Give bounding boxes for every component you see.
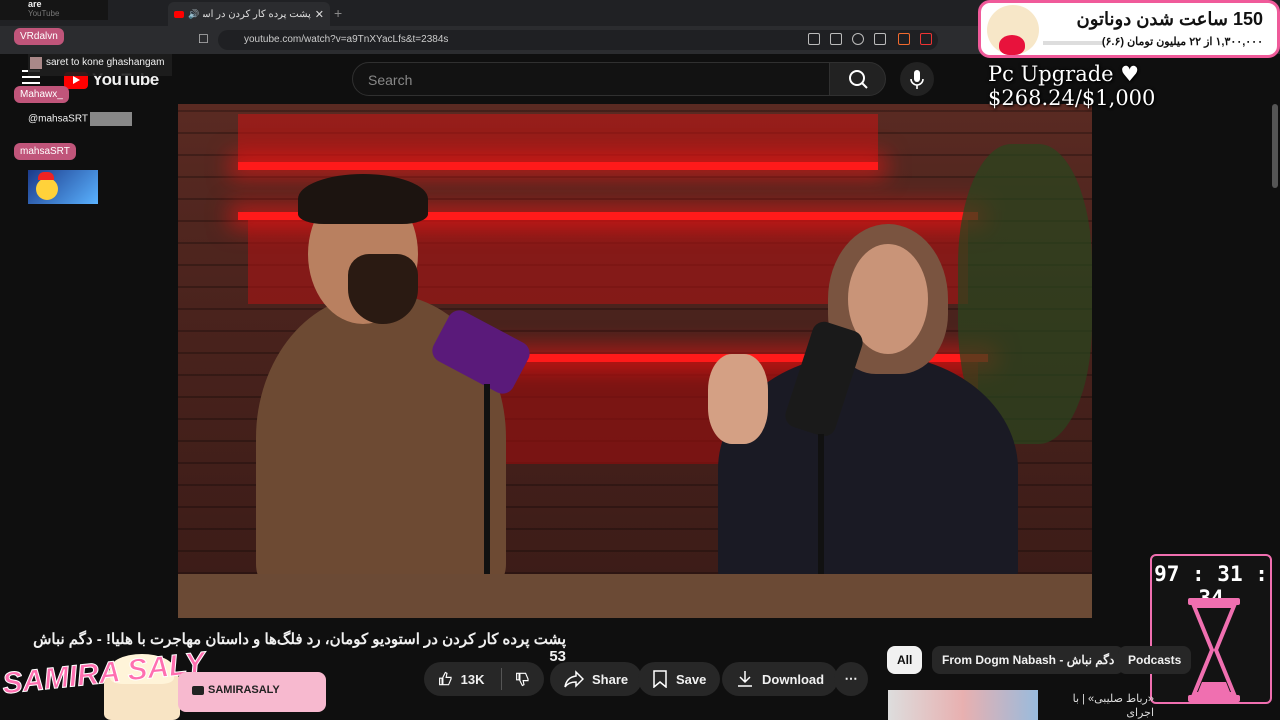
chat-username: Mahawx_ [14,86,69,103]
social-handle: SAMIRASALY [208,684,280,696]
cast-icon[interactable] [830,33,842,45]
streamer-branding: SAMIRA SALY SAMIRASALY [0,646,330,720]
recommendations-column [1092,104,1280,618]
recommended-video-thumbnail[interactable] [888,690,1038,720]
overlay-top-left-sub: YouTube [28,9,60,18]
video-guest-woman-hand [708,354,768,444]
download-label: Download [762,671,825,687]
divider [500,668,502,690]
page-scrollbar[interactable] [1272,104,1278,188]
video-shelf [238,162,878,170]
speaker-icon[interactable]: 🔊 [188,9,199,20]
video-host-man-hair [298,174,428,224]
video-title: پشت پرده کار کردن در استودیو کومان، رد ف… [33,631,566,665]
search-icon [849,70,868,89]
share-label: Share [592,671,629,687]
filter-chip-channel[interactable]: From Dogm Nabash - دگم نباش [932,646,1125,674]
voice-search-button[interactable] [900,62,934,96]
chat-emote [90,112,132,126]
video-mic-stand [484,384,490,574]
chat-emote-minion [28,170,98,204]
chat-username: VRdalvn [14,28,64,45]
video-table [178,574,1092,618]
heart-icon [999,35,1025,55]
video-mic-stand [818,434,824,584]
share-icon [564,670,584,688]
video-shelf-glow [238,114,878,164]
video-player[interactable] [178,104,1092,618]
search-input[interactable]: Search [352,62,830,96]
chat-message-text: saret to kone ghashangam [46,57,165,68]
donation-title: 150 ساعت شدن دوناتون [1076,9,1263,29]
brave-shield-icon[interactable] [898,33,910,45]
recommended-video-title[interactable]: «رباط صلیبی» | با اجرای [1044,692,1154,720]
donation-goal-widget: 150 ساعت شدن دوناتون ۱,۳۰۰,۰۰۰ از ۲۲ میل… [978,0,1280,58]
dislike-icon[interactable] [515,670,530,688]
microphone-icon [910,70,924,89]
donation-subtitle: ۱,۳۰۰,۰۰۰ از ۲۲ میلیون تومان (۶.۶) [1101,36,1263,48]
extension-icon[interactable] [808,33,820,45]
zoom-icon[interactable] [852,33,864,45]
overlay-top-left-card: are YouTube [0,0,108,20]
tab-close-icon[interactable]: ✕ [315,8,324,21]
overlay-top-left-title: are [28,0,42,9]
filter-chip-podcasts[interactable]: Podcasts [1118,646,1192,674]
chat-username: mahsaSRT [14,143,76,160]
bookmark-icon[interactable]: ☐ [198,32,209,46]
chat-message: @mahsaSRT [28,112,132,126]
share-page-icon[interactable] [874,33,886,45]
save-label: Save [676,671,707,687]
video-host-man-beard [348,254,418,324]
filter-chip-all[interactable]: All [887,646,923,674]
chat-message-text: @mahsaSRT [28,113,88,125]
new-tab-button[interactable]: + [334,5,342,21]
share-button[interactable]: Share [550,662,643,696]
more-actions-button[interactable]: ⋯ [834,662,868,696]
tab-title: پشت پرده کار کردن در استودیو [203,8,311,20]
browser-tab[interactable]: 🔊 پشت پرده کار کردن در استودیو ✕ [168,2,330,26]
chat-message: saret to kone ghashangam [28,54,172,76]
brave-rewards-icon[interactable] [920,33,932,45]
pc-upgrade-goal: Pc Upgrade ♥ $268.24/$1,000 [988,62,1156,110]
like-count[interactable]: 13K [461,672,485,687]
like-dislike-group: 13K [424,662,544,696]
youtube-favicon-icon [174,10,184,18]
like-icon[interactable] [438,670,453,688]
save-button[interactable]: Save [638,662,721,696]
search-button[interactable] [829,62,886,96]
hourglass-icon [1188,598,1240,702]
chat-avatar [30,57,42,69]
bookmark-save-icon [653,670,667,688]
youtube-icon [192,686,204,695]
download-icon [738,671,752,687]
social-handle-pill: SAMIRASALY [178,672,326,712]
subathon-timer: 97 : 31 : 34 [1150,554,1272,704]
download-button[interactable]: Download [722,662,839,696]
donation-progress-bar [1043,41,1103,45]
